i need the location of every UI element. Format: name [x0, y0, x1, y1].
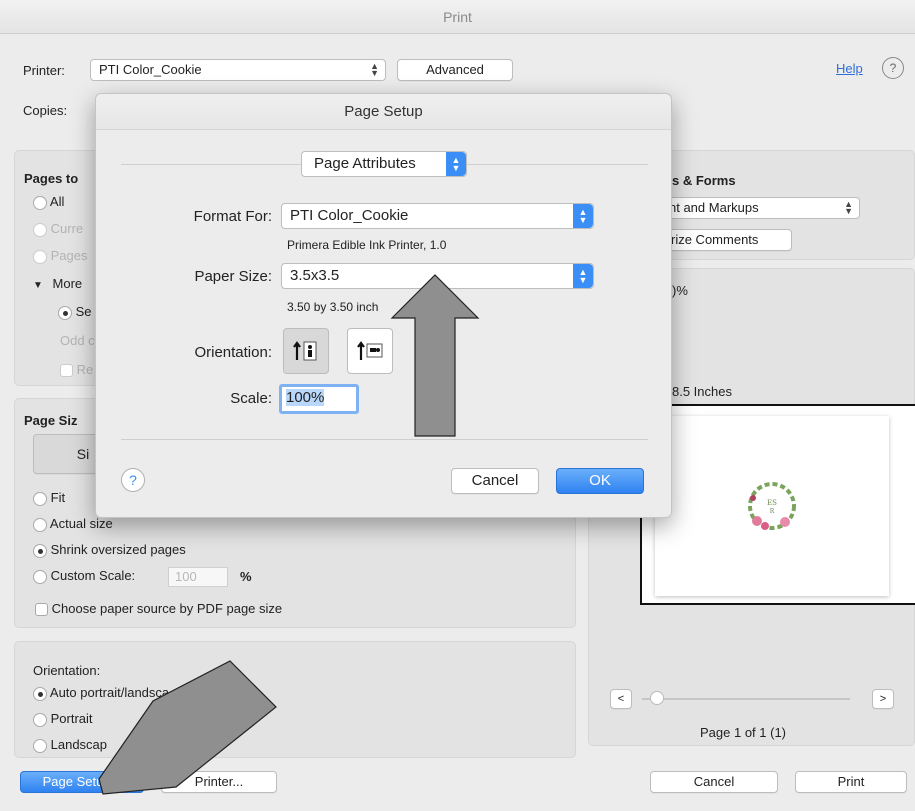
- up-arrow-annotation: [390, 274, 480, 437]
- annotation-arrows: [98, 274, 480, 795]
- diagonal-arrow-annotation: [98, 660, 277, 795]
